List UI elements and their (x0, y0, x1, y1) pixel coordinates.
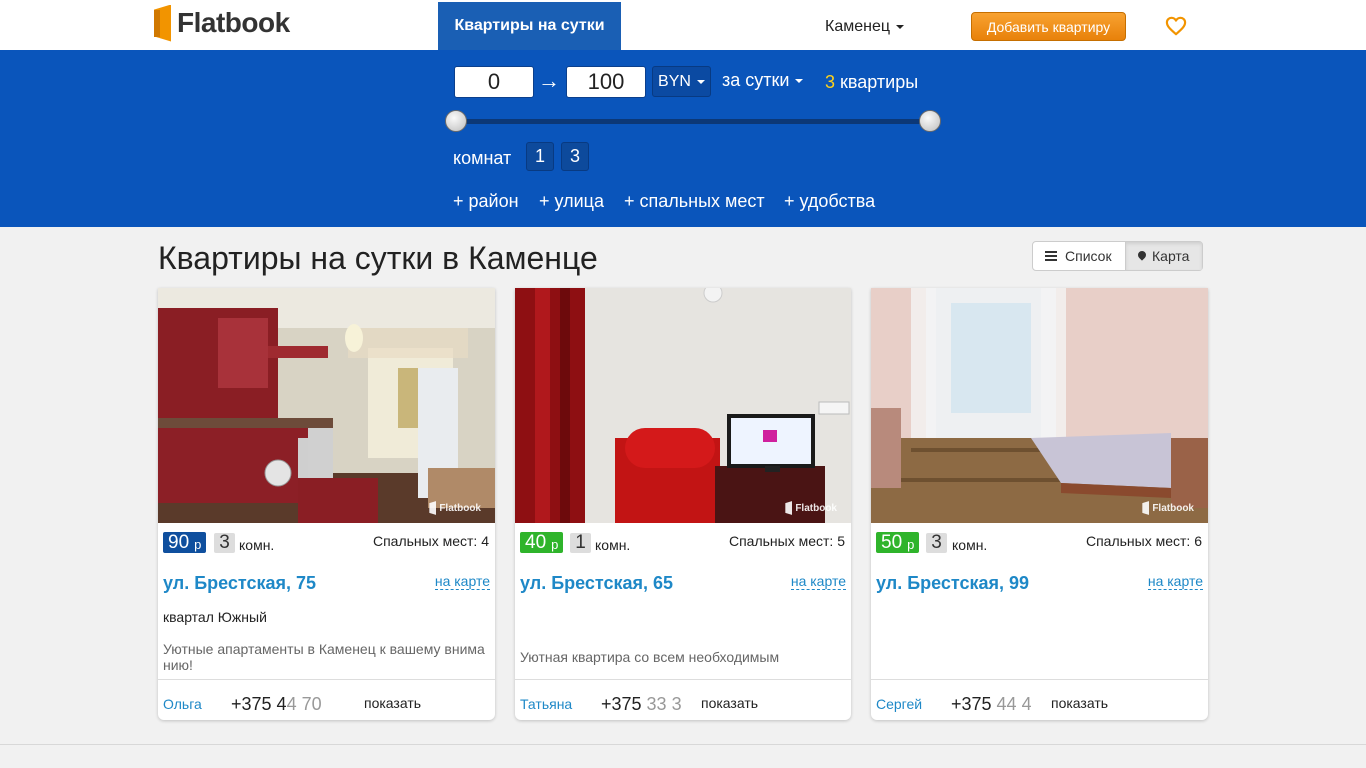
rooms-badge: 1 (570, 532, 591, 553)
rooms-badge: 3 (926, 532, 947, 553)
watermark: Flatbook (785, 501, 837, 515)
currency-dropdown[interactable]: BYN (652, 66, 711, 97)
listing-address-link[interactable]: ул. Брестская, 65 (520, 573, 673, 594)
phone-visible: +375 4 (231, 694, 287, 714)
filter-street[interactable]: + улица (539, 191, 604, 212)
page-title: Квартиры на сутки в Каменце (158, 240, 598, 276)
period-label: за сутки (722, 70, 790, 90)
add-apartment-button[interactable]: Добавить квартиру (971, 12, 1126, 41)
owner-name-link[interactable]: Татьяна (520, 696, 572, 712)
view-map-button[interactable]: Карта (1125, 242, 1202, 270)
owner-name-link[interactable]: Ольга (163, 696, 202, 712)
phone-faded: 44 4 (996, 694, 1031, 714)
rooms-option-3[interactable]: 3 (561, 142, 589, 171)
listing-address-link[interactable]: ул. Брестская, 99 (876, 573, 1029, 594)
card-divider (158, 679, 495, 680)
listing-description: Уютные апартаменты в Каменец к вашему вн… (163, 641, 485, 673)
result-count-label: квартиры (840, 72, 919, 92)
currency-label: BYN (658, 72, 691, 90)
show-on-map-link[interactable]: на карте (434, 573, 490, 590)
listing-photo-kitchen[interactable]: Flatbook (158, 288, 495, 523)
caret-down-icon (795, 78, 804, 83)
show-on-map-link[interactable]: на карте (1147, 573, 1203, 590)
rooms-badge: 3 (214, 532, 235, 553)
phone-visible: +375 (951, 694, 997, 714)
watermark: Flatbook (1142, 501, 1194, 515)
price-unit: р (551, 536, 559, 552)
beds-count: Спальных мест: 5 (728, 533, 845, 549)
phone-number: +375 44 4 (951, 694, 1031, 715)
price-from-input[interactable]: 0 (454, 66, 534, 98)
price-unit: р (194, 536, 202, 552)
rooms-unit: комн. (239, 537, 275, 553)
heart-icon[interactable] (1165, 16, 1187, 36)
phone-visible: +375 (601, 694, 647, 714)
price-value: 50 (881, 531, 903, 553)
beds-count: Спальных мест: 6 (1085, 533, 1202, 549)
filter-panel: 0 → 100 BYN за сутки 3 квартиры комнат 1… (0, 50, 1366, 227)
show-phone-button[interactable]: показать (1051, 695, 1108, 711)
listing-address-link[interactable]: ул. Брестская, 75 (163, 573, 316, 594)
listing-photo-bedroom[interactable]: Flatbook (871, 288, 1208, 523)
price-badge: 40 р (520, 531, 564, 553)
price-to-input[interactable]: 100 (566, 66, 646, 98)
view-map-label: Карта (1152, 248, 1190, 264)
view-list-button[interactable]: Список (1033, 242, 1125, 270)
listing-photo-living-room[interactable]: Flatbook (515, 288, 851, 523)
phone-number: +375 33 3 (601, 694, 681, 715)
rooms-filter-label: комнат (453, 148, 512, 168)
price-value: 40 (525, 531, 547, 553)
price-slider-min-handle[interactable] (445, 110, 467, 132)
top-header: Flatbook Квартиры на сутки Каменец Добав… (0, 0, 1366, 50)
phone-faded: 4 70 (286, 694, 322, 714)
view-switch: Список Карта (1032, 241, 1203, 271)
beds-count: Спальных мест: 4 (372, 533, 489, 549)
door-logo-icon (154, 4, 171, 42)
rooms-option-1[interactable]: 1 (526, 142, 554, 171)
phone-faded: 33 3 (646, 694, 681, 714)
rooms-unit: комн. (952, 537, 988, 553)
listing-description: Уютная квартира со всем необходимым (520, 649, 780, 665)
result-count: 3 квартиры (825, 72, 918, 93)
filter-beds[interactable]: + спальных мест (624, 191, 765, 212)
range-arrow: → (538, 68, 560, 93)
city-label: Каменец (825, 18, 891, 35)
price-value: 90 (168, 531, 190, 553)
footer-divider (0, 744, 1366, 745)
phone-number: +375 44 70 (231, 694, 331, 715)
price-slider-track[interactable] (456, 119, 930, 124)
card-divider (515, 679, 851, 680)
filter-district[interactable]: + район (453, 191, 519, 212)
price-badge: 50 р (876, 531, 920, 553)
listing-card[interactable]: Flatbook 50 р 3 комн. Спальных мест: 6 ул… (871, 288, 1208, 720)
map-pin-icon (1138, 251, 1146, 262)
caret-down-icon (696, 79, 705, 84)
result-count-number: 3 (825, 72, 836, 92)
show-phone-button[interactable]: показать (701, 695, 758, 711)
price-slider-max-handle[interactable] (919, 110, 941, 132)
filter-amenities[interactable]: + удобства (784, 191, 875, 212)
logo-text: Flatbook (177, 7, 290, 38)
listing-district: квартал Южный (163, 609, 267, 625)
period-dropdown[interactable]: за сутки (722, 70, 804, 91)
rooms-unit: комн. (595, 537, 631, 553)
listing-card[interactable]: Flatbook 90 р 3 комн. Спальных мест: 4 ул… (158, 288, 495, 720)
view-list-label: Список (1065, 248, 1112, 264)
watermark: Flatbook (429, 501, 481, 515)
card-divider (871, 679, 1208, 680)
owner-name-link[interactable]: Сергей (876, 696, 922, 712)
logo[interactable]: Flatbook (154, 4, 290, 42)
city-dropdown[interactable]: Каменец (825, 18, 905, 36)
price-badge: 90 р (163, 531, 207, 553)
nav-tab-apartments[interactable]: Квартиры на сутки (438, 2, 621, 50)
caret-down-icon (896, 25, 905, 29)
listing-card[interactable]: Flatbook 40 р 1 комн. Спальных мест: 5 ул… (515, 288, 851, 720)
show-on-map-link[interactable]: на карте (790, 573, 846, 590)
list-icon (1045, 251, 1057, 261)
price-unit: р (907, 536, 915, 552)
show-phone-button[interactable]: показать (364, 695, 421, 711)
